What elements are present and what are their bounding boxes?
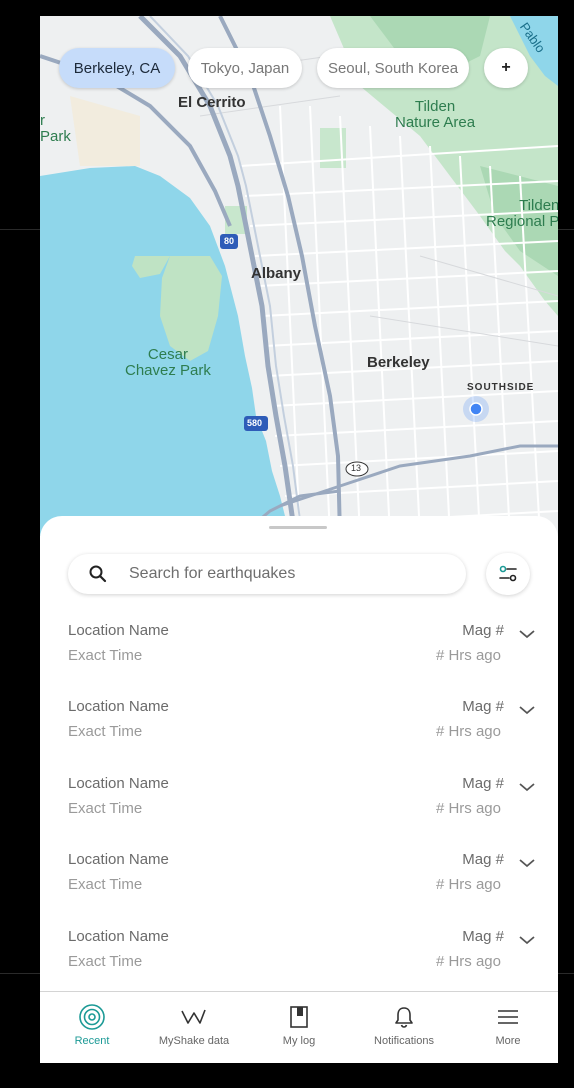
nav-label-recent: Recent — [74, 1035, 110, 1047]
chevron-down-icon[interactable] — [518, 781, 536, 793]
map-label-el-cerrito: El Cerrito — [178, 94, 246, 111]
earthquake-magnitude: Mag # — [462, 851, 504, 868]
earthquake-list-item[interactable]: Location Name Exact Time Mag # # Hrs ago — [40, 698, 558, 758]
nav-item-recent[interactable]: Recent — [40, 992, 144, 1063]
earthquake-list-item[interactable]: Location Name Exact Time Mag # # Hrs ago — [40, 622, 558, 682]
map-label-berkeley: Berkeley — [367, 354, 430, 371]
nav-item-notifications[interactable]: Notifications — [352, 992, 456, 1063]
earthquake-list-item[interactable]: Location Name Exact Time Mag # # Hrs ago — [40, 775, 558, 835]
background-divider — [558, 229, 574, 230]
map-label-albany: Albany — [251, 265, 302, 282]
earthquake-time: Exact Time — [68, 800, 143, 817]
nav-label-notifications: Notifications — [374, 1035, 434, 1047]
background-divider — [558, 973, 574, 974]
nav-item-myshake-data[interactable]: MyShake data — [142, 992, 246, 1063]
target-icon — [79, 1004, 105, 1030]
search-icon — [89, 565, 107, 583]
map-label-southside: SOUTHSIDE — [467, 382, 535, 393]
earthquake-list-item[interactable]: Location Name Exact Time Mag # # Hrs ago — [40, 928, 558, 988]
earthquake-time: Exact Time — [68, 723, 143, 740]
location-chip-seoul[interactable]: Seoul, South Korea — [317, 48, 469, 88]
bell-icon — [395, 1007, 413, 1028]
current-location-dot[interactable] — [469, 402, 483, 416]
earthquake-age: # Hrs ago — [435, 953, 501, 970]
location-chip-bar: Berkeley, CA Tokyo, Japan Seoul, South K… — [40, 48, 558, 90]
earthquake-age: # Hrs ago — [435, 723, 501, 740]
sheet-drag-handle[interactable] — [269, 526, 327, 529]
earthquake-age: # Hrs ago — [435, 876, 501, 893]
filter-button[interactable] — [486, 553, 530, 595]
map-label-tilden-regional: Tilden Regional P — [486, 197, 558, 230]
filter-icon — [499, 565, 517, 582]
earthquake-location: Location Name — [68, 775, 169, 792]
menu-icon — [498, 1010, 518, 1024]
location-chip-tokyo[interactable]: Tokyo, Japan — [188, 48, 302, 88]
notebook-icon — [290, 1006, 308, 1028]
route-13-label: 13 — [351, 463, 362, 473]
map-label-cesar-chavez-park: Cesar Chavez Park — [125, 346, 211, 379]
nav-label-my-log: My log — [282, 1035, 316, 1047]
earthquake-magnitude: Mag # — [462, 928, 504, 945]
nav-label-more: More — [495, 1035, 521, 1047]
bottom-nav: Recent MyShake data My log Notifications… — [40, 991, 558, 1063]
chevron-down-icon[interactable] — [518, 628, 536, 640]
location-chip-berkeley[interactable]: Berkeley, CA — [59, 48, 175, 88]
earthquake-list-item[interactable]: Location Name Exact Time Mag # # Hrs ago — [40, 851, 558, 911]
route-80-label: 80 — [224, 236, 235, 246]
earthquake-age: # Hrs ago — [435, 800, 501, 817]
earthquake-sheet: Search for earthquakes Location Name Exa… — [40, 516, 558, 996]
nav-item-my-log[interactable]: My log — [247, 992, 351, 1063]
earthquake-magnitude: Mag # — [462, 698, 504, 715]
nav-item-more[interactable]: More — [456, 992, 558, 1063]
earthquake-magnitude: Mag # — [462, 775, 504, 792]
background-divider — [0, 229, 40, 230]
earthquake-location: Location Name — [68, 698, 169, 715]
earthquake-time: Exact Time — [68, 647, 143, 664]
wave-icon — [181, 1009, 206, 1024]
earthquake-magnitude: Mag # — [462, 622, 504, 639]
chevron-down-icon[interactable] — [518, 857, 536, 869]
search-bar[interactable]: Search for earthquakes — [68, 554, 466, 594]
nav-label-myshake-data: MyShake data — [158, 1035, 230, 1047]
earthquake-time: Exact Time — [68, 876, 143, 893]
search-placeholder: Search for earthquakes — [129, 565, 296, 582]
map-view[interactable]: El Cerrito Albany Berkeley SOUTHSIDE Ces… — [40, 16, 558, 536]
app-screen: El Cerrito Albany Berkeley SOUTHSIDE Ces… — [40, 16, 558, 1063]
background-divider — [0, 973, 40, 974]
map-label-tilden-nature-area: Tilden Nature Area — [395, 98, 476, 131]
add-location-button[interactable]: + — [484, 48, 528, 88]
earthquake-time: Exact Time — [68, 953, 143, 970]
map-label-park: r Park — [40, 112, 71, 145]
earthquake-location: Location Name — [68, 622, 169, 639]
earthquake-location: Location Name — [68, 928, 169, 945]
earthquake-location: Location Name — [68, 851, 169, 868]
earthquake-age: # Hrs ago — [435, 647, 501, 664]
chevron-down-icon[interactable] — [518, 704, 536, 716]
chevron-down-icon[interactable] — [518, 934, 536, 946]
route-580-label: 580 — [247, 418, 263, 428]
